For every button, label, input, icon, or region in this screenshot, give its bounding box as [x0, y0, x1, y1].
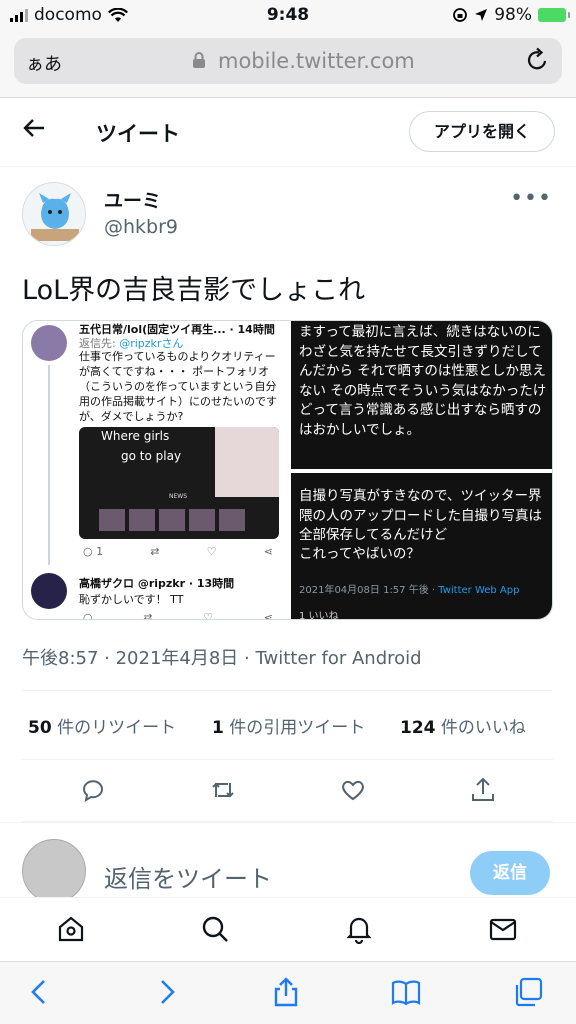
media-screenshot-right-bottom[interactable]: 自撮り写真がすきなので、ツイッター界隈の人のアップロードした自撮り写真は全部保存… [291, 473, 552, 620]
url-text[interactable]: mobile.twitter.com [218, 49, 415, 73]
text-size-button[interactable]: ぁあ [26, 50, 62, 76]
browser-back-icon[interactable] [24, 976, 56, 1008]
author-handle[interactable]: @hkbr9 [104, 216, 178, 238]
notifications-icon[interactable] [344, 914, 374, 944]
screenshot-actions-2: ○ ⇄ ♡ ⋖ [83, 611, 273, 620]
portrait-image [215, 427, 279, 497]
dark-screenshot-text: ますって最初に言えば、続きはないのに わざと気を持たせて長文引きずりだしてんだか… [299, 324, 547, 438]
reply-input[interactable]: 返信をツイート [104, 859, 272, 894]
reply-composer: 返信をツイート 返信 [0, 822, 576, 903]
image-thumbnails [99, 509, 245, 531]
screenshot-retweet-icon: ⇄ [150, 545, 160, 558]
tweet-actions [22, 760, 553, 822]
bookmarks-icon[interactable] [390, 976, 422, 1008]
likes-count: 124 [400, 718, 436, 738]
like-icon[interactable] [339, 776, 367, 804]
avatar-illustration-icon [23, 183, 85, 245]
search-icon[interactable] [200, 914, 230, 944]
browser-toolbar: ぁあ mobile.twitter.com [0, 30, 576, 98]
media-screenshot-left[interactable]: 五代日常/lol(固定ツイ再生... · 14時間 返信先: @ripzkrさん… [23, 321, 287, 620]
browser-forward-icon[interactable] [150, 976, 182, 1008]
screenshot-reply-count: 1 [96, 545, 104, 558]
status-bar: docomo 9:48 98% [0, 0, 576, 30]
author-name[interactable]: ユーミ [104, 186, 161, 213]
retweets-label: 件のリツイート [51, 718, 177, 738]
screenshot-embedded-image: Where girls go to play NEWS [79, 427, 279, 539]
tweet-stats: 50 件のリツイート 1 件の引用ツイート 124 件のいいね [22, 690, 553, 760]
screenshot-reply-icon: ○ [83, 611, 93, 620]
screenshot-like-icon: ♡ [203, 611, 214, 620]
dark-screenshot-meta: 2021年04月08日 1:57 午後 · Twitter Web App [299, 581, 519, 596]
screenshot-share-icon: ⋖ [263, 545, 273, 558]
battery-icon [538, 8, 570, 22]
likes-stat[interactable]: 124 件のいいね [400, 713, 526, 738]
dark-screenshot-question: これってやばいの？ [299, 546, 420, 562]
thread-line [48, 365, 50, 565]
status-right: 98% [452, 5, 570, 25]
screenshot-retweet-icon: ⇄ [143, 611, 153, 620]
more-options-icon[interactable]: ••• [510, 186, 552, 211]
home-icon[interactable] [56, 914, 86, 944]
dark-screenshot-via: Twitter Web App [438, 585, 520, 596]
dark-screenshot-body: 自撮り写真がすきなので、ツイッター界隈の人のアップロードした自撮り写真は全部保存… [299, 488, 542, 543]
location-icon [475, 9, 488, 21]
screenshot-avatar-2 [31, 573, 67, 609]
image-title-1: Where girls [101, 429, 170, 443]
tweet-timestamp[interactable]: 午後8:57 · 2021年4月8日 · Twitter for Android [22, 644, 422, 670]
screenshot-body: 仕事で作っているものよりクオリティーが高くてですね・・・ ポートフォリオ（こうい… [79, 350, 277, 423]
dark-screenshot-date: 2021年04月08日 1:57 午後 · [299, 585, 439, 596]
open-app-button[interactable]: アプリを開く [409, 111, 555, 152]
safari-toolbar [0, 961, 576, 1024]
dark-screenshot-likes: 1 いいね [299, 611, 339, 620]
share-icon[interactable] [469, 776, 497, 804]
tweet-media[interactable]: 五代日常/lol(固定ツイ再生... · 14時間 返信先: @ripzkrさん… [22, 320, 553, 620]
screenshot-actions: ○ 1 ⇄ ♡ ⋖ [83, 545, 273, 558]
back-arrow-icon[interactable] [22, 115, 48, 148]
screenshot-like-icon: ♡ [206, 545, 217, 558]
screenshot-reply-icon: ○ 1 [83, 545, 104, 558]
retweet-icon[interactable] [209, 776, 237, 804]
battery-percent: 98% [494, 5, 532, 25]
page-title: ツイート [96, 122, 180, 146]
screenshot-body-2: 恥ずかしいです！ TT [79, 593, 184, 606]
orientation-lock-icon [453, 8, 468, 22]
tweet-text: LoL界の吉良吉影でしょこれ [22, 275, 366, 306]
reply-icon[interactable] [79, 776, 107, 804]
screenshot-share-icon: ⋖ [263, 611, 273, 620]
reload-icon[interactable] [526, 47, 550, 79]
screenshot-avatar [31, 325, 67, 361]
media-screenshot-right-top[interactable]: ますって最初に言えば、続きはないのに わざと気を持たせて長文引きずりだしてんだか… [291, 321, 552, 469]
browser-share-icon[interactable] [270, 976, 302, 1008]
user-avatar[interactable] [22, 839, 86, 903]
retweets-count: 50 [28, 718, 52, 738]
quotes-count: 1 [212, 718, 224, 738]
messages-icon[interactable] [488, 914, 518, 944]
likes-label: 件のいいね [435, 718, 526, 738]
quotes-label: 件の引用ツイート [223, 718, 366, 738]
screenshot-author-2: 高橋ザクロ @ripzkr · 13時間 [79, 577, 235, 590]
reply-button[interactable]: 返信 [470, 851, 550, 895]
quotes-stat[interactable]: 1 件の引用ツイート [212, 713, 365, 738]
author-avatar[interactable] [22, 182, 86, 246]
bottom-navigation [0, 897, 576, 961]
image-caption: NEWS [169, 493, 188, 500]
tabs-icon[interactable] [512, 976, 544, 1008]
image-title-2: go to play [121, 449, 182, 463]
address-bar[interactable]: ぁあ mobile.twitter.com [14, 38, 562, 84]
lock-icon [192, 52, 206, 73]
page-header: ツイート アプリを開く [0, 99, 576, 167]
retweets-stat[interactable]: 50 件のリツイート [28, 713, 176, 738]
